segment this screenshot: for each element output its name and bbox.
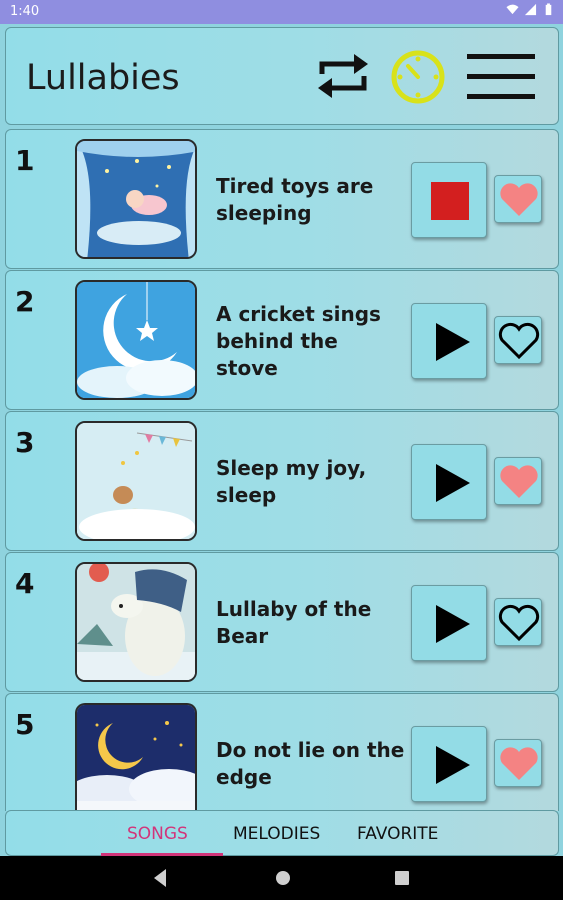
app-header: Lullabies — [5, 27, 559, 125]
status-bar: 1:40 — [0, 0, 563, 24]
stop-icon — [431, 182, 469, 220]
app-screen: 1:40 Lullabies 1 Tired toys are sleeping… — [0, 0, 563, 900]
play-icon — [436, 464, 470, 502]
song-row[interactable]: 4 Lullaby of the Bear — [5, 552, 559, 692]
song-number: 2 — [15, 285, 35, 318]
song-cover-image — [75, 280, 197, 400]
wifi-icon — [506, 4, 519, 15]
battery-icon — [545, 3, 552, 16]
song-number: 5 — [15, 708, 35, 741]
heart-outline-icon — [498, 604, 540, 642]
song-title: Sleep my joy, sleep — [216, 456, 367, 507]
song-title: Lullaby of the Bear — [216, 597, 372, 648]
song-row[interactable]: 2 A cricket sings behind the stove — [5, 270, 559, 410]
favorite-button[interactable] — [494, 598, 542, 646]
heart-filled-icon — [500, 183, 538, 216]
favorite-button[interactable] — [494, 316, 542, 364]
play-button[interactable] — [411, 303, 487, 379]
back-icon[interactable] — [152, 868, 168, 888]
song-cover-image — [75, 562, 197, 682]
status-icons — [506, 3, 555, 16]
heart-filled-icon — [500, 747, 538, 780]
favorite-button[interactable] — [494, 739, 542, 787]
song-cover-image — [75, 421, 197, 541]
stop-button[interactable] — [411, 162, 487, 238]
heart-outline-icon — [498, 322, 540, 360]
hamburger-menu-icon — [467, 54, 535, 99]
tab-favorite[interactable]: FAVORITE — [357, 824, 438, 844]
system-navigation-bar — [0, 856, 563, 900]
song-title: A cricket sings behind the stove — [216, 301, 381, 380]
song-number: 3 — [15, 426, 35, 459]
sleep-timer-button[interactable] — [389, 48, 447, 106]
play-icon — [436, 746, 470, 784]
song-row[interactable]: 3 Sleep my joy, sleep — [5, 411, 559, 551]
repeat-icon — [318, 54, 368, 98]
play-button[interactable] — [411, 444, 487, 520]
song-row[interactable]: 5 Do not lie on the edge — [5, 693, 559, 811]
repeat-button[interactable] — [312, 44, 374, 106]
page-title: Lullabies — [26, 58, 180, 98]
signal-icon — [524, 3, 537, 16]
home-icon[interactable] — [274, 868, 292, 888]
song-number: 1 — [15, 144, 35, 177]
heart-filled-icon — [500, 465, 538, 498]
tab-bar: SONGS MELODIES FAVORITE — [5, 810, 559, 857]
favorite-button[interactable] — [494, 175, 542, 223]
play-icon — [436, 323, 470, 361]
tab-songs[interactable]: SONGS — [127, 824, 188, 844]
favorite-button[interactable] — [494, 457, 542, 505]
song-title: Do not lie on the edge — [216, 738, 405, 789]
song-row[interactable]: 1 Tired toys are sleeping — [5, 129, 559, 269]
recents-icon[interactable] — [394, 868, 410, 888]
play-icon — [436, 605, 470, 643]
status-time: 1:40 — [10, 4, 40, 19]
tab-melodies[interactable]: MELODIES — [233, 824, 320, 844]
song-cover-image — [75, 703, 197, 811]
timer-icon — [391, 50, 445, 104]
song-cover-image — [75, 139, 197, 259]
play-button[interactable] — [411, 726, 487, 802]
song-number: 4 — [15, 567, 35, 600]
play-button[interactable] — [411, 585, 487, 661]
menu-button[interactable] — [465, 52, 537, 102]
song-title: Tired toys are sleeping — [216, 174, 374, 225]
